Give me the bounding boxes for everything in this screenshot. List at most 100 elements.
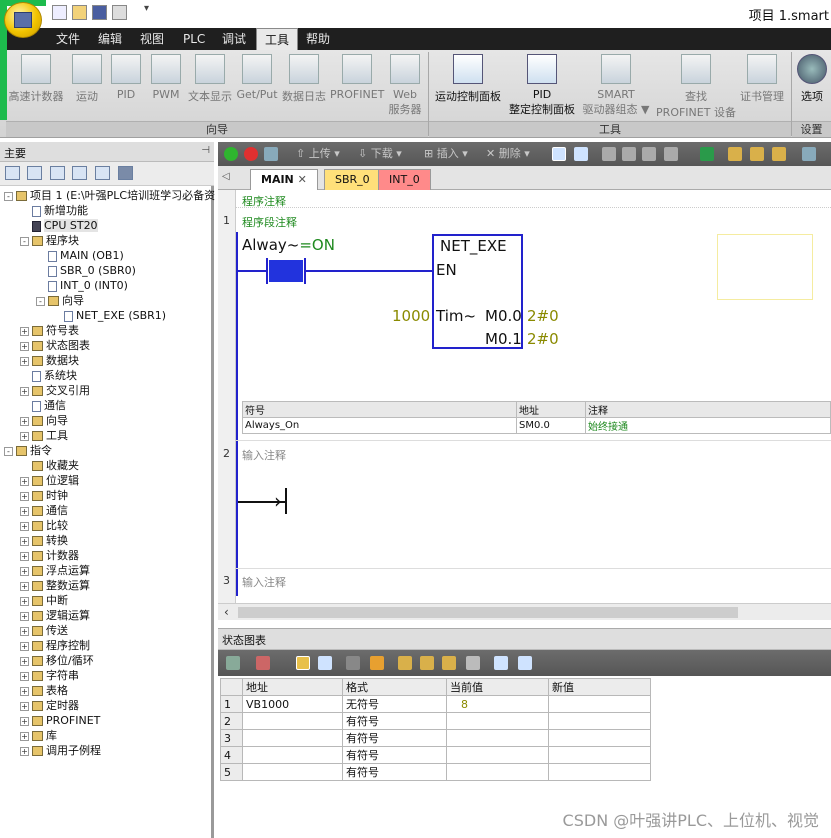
insert-button[interactable]: ⊞ 插入 ▾: [424, 146, 468, 162]
expand-icon[interactable]: +: [20, 341, 29, 351]
expand-icon[interactable]: +: [20, 326, 29, 336]
table-row[interactable]: 1 VB1000 无符号 8: [220, 695, 651, 713]
tree-item[interactable]: + 逻辑运算: [20, 608, 90, 623]
tab-sbr0[interactable]: SBR_0: [324, 169, 381, 190]
expand-icon[interactable]: +: [20, 686, 29, 696]
expand-icon[interactable]: +: [20, 491, 29, 501]
new-value-cell[interactable]: [548, 712, 651, 730]
wizard-data-log-button[interactable]: 数据日志: [280, 54, 328, 104]
format-cell[interactable]: 有符号: [342, 763, 447, 781]
lock-icon[interactable]: [772, 147, 786, 161]
download-button[interactable]: ⇩ 下载 ▾: [358, 146, 402, 162]
wizard-pwm-button[interactable]: PWM: [148, 54, 184, 101]
motion-panel-button[interactable]: 运动控制面板: [432, 54, 504, 104]
horizontal-scrollbar[interactable]: ‹: [218, 603, 831, 620]
address-cell[interactable]: [242, 729, 343, 747]
expand-icon[interactable]: +: [20, 431, 29, 441]
tree-item[interactable]: 系统块: [20, 368, 77, 383]
tree-item[interactable]: + 库: [20, 728, 57, 743]
expand-icon[interactable]: +: [20, 746, 29, 756]
tree-item[interactable]: - 指令: [4, 443, 52, 458]
expand-icon[interactable]: +: [20, 611, 29, 621]
expand-icon[interactable]: +: [20, 566, 29, 576]
read-forced-icon[interactable]: [466, 656, 480, 670]
current-value-cell[interactable]: [446, 763, 549, 781]
expand-icon[interactable]: +: [20, 551, 29, 561]
expand-icon[interactable]: +: [20, 506, 29, 516]
expand-icon[interactable]: +: [20, 731, 29, 741]
view-icon[interactable]: [95, 166, 110, 180]
goto-icon[interactable]: [700, 147, 714, 161]
expand-icon[interactable]: +: [20, 356, 29, 366]
current-value-cell[interactable]: [446, 712, 549, 730]
contact-energized[interactable]: [269, 260, 303, 282]
pid-tuning-button[interactable]: PID 整定控制面板: [506, 54, 578, 117]
wizard-text-display-button[interactable]: 文本显示: [186, 54, 234, 104]
new-value-cell[interactable]: [548, 729, 651, 747]
lock-icon[interactable]: [728, 147, 742, 161]
delete-button[interactable]: ✕ 删除 ▾: [486, 146, 530, 162]
expand-icon[interactable]: +: [20, 656, 29, 666]
tree-item[interactable]: + 状态图表: [20, 338, 90, 353]
table-row[interactable]: 5 有符号: [220, 763, 651, 781]
menu-tools[interactable]: 工具: [256, 28, 299, 50]
network-comment[interactable]: 输入注释: [242, 574, 286, 590]
wizard-hsc-button[interactable]: 高速计数器: [6, 54, 66, 104]
tree-item[interactable]: + 字符串: [20, 668, 79, 683]
network-comment[interactable]: 程序段注释: [242, 214, 297, 230]
network-comment[interactable]: 输入注释: [242, 447, 286, 463]
tree-item[interactable]: + 位逻辑: [20, 473, 79, 488]
close-icon[interactable]: ✕: [298, 173, 307, 186]
tree-item[interactable]: 新增功能: [20, 203, 88, 218]
format-cell[interactable]: 有符号: [342, 746, 447, 764]
lock-icon[interactable]: [750, 147, 764, 161]
tree-item[interactable]: + 整数运算: [20, 578, 90, 593]
expand-icon[interactable]: +: [20, 641, 29, 651]
current-value-cell[interactable]: [446, 729, 549, 747]
format-cell[interactable]: 有符号: [342, 729, 447, 747]
read-icon[interactable]: [346, 656, 360, 670]
delete-row-icon[interactable]: [256, 656, 270, 670]
menu-debug[interactable]: 调试: [214, 28, 254, 50]
expand-icon[interactable]: +: [20, 626, 29, 636]
new-value-cell[interactable]: [548, 746, 651, 764]
menu-plc[interactable]: PLC: [175, 28, 213, 50]
wizard-motion-button[interactable]: 运动: [70, 54, 104, 104]
expand-icon[interactable]: +: [20, 671, 29, 681]
table-row[interactable]: 3 有符号: [220, 729, 651, 747]
tree-item[interactable]: + PROFINET: [20, 713, 100, 728]
current-value-cell[interactable]: 8: [446, 695, 549, 713]
wizard-web-server-button[interactable]: Web 服务器: [386, 54, 424, 117]
address-cell[interactable]: [242, 746, 343, 764]
print-icon[interactable]: [112, 5, 127, 20]
new-file-icon[interactable]: [52, 5, 67, 20]
menu-help[interactable]: 帮助: [298, 28, 338, 50]
table-row[interactable]: 4 有符号: [220, 746, 651, 764]
view-icon[interactable]: [5, 166, 20, 180]
wizard-getput-button[interactable]: Get/Put: [236, 54, 278, 101]
tree-item[interactable]: + 数据块: [20, 353, 79, 368]
format-cell[interactable]: 有符号: [342, 712, 447, 730]
view-icon[interactable]: [27, 166, 42, 180]
network-icon[interactable]: [602, 147, 616, 161]
tree-item[interactable]: + 比较: [20, 518, 68, 533]
open-folder-icon[interactable]: [72, 5, 87, 20]
tree-item[interactable]: + 表格: [20, 683, 68, 698]
wizard-profinet-button[interactable]: PROFINET: [330, 54, 384, 101]
tree-item[interactable]: + 浮点运算: [20, 563, 90, 578]
tab-main[interactable]: MAIN ✕: [250, 169, 318, 190]
tree-item[interactable]: + 转换: [20, 533, 68, 548]
app-menu-button[interactable]: [4, 2, 42, 38]
collapse-icon[interactable]: -: [36, 296, 45, 306]
more-icon[interactable]: [802, 147, 816, 161]
tree-item[interactable]: CPU ST20: [20, 218, 98, 233]
tree-item[interactable]: NET_EXE (SBR1): [52, 308, 166, 323]
view-icon[interactable]: [72, 166, 87, 180]
format-cell[interactable]: 无符号: [342, 695, 447, 713]
force-lock-icon[interactable]: [398, 656, 412, 670]
expand-icon[interactable]: +: [20, 476, 29, 486]
menu-edit[interactable]: 编辑: [90, 28, 130, 50]
wizard-pid-button[interactable]: PID: [108, 54, 144, 101]
scroll-thumb[interactable]: [238, 607, 738, 618]
certificate-manager-button[interactable]: 证书管理: [736, 54, 788, 104]
